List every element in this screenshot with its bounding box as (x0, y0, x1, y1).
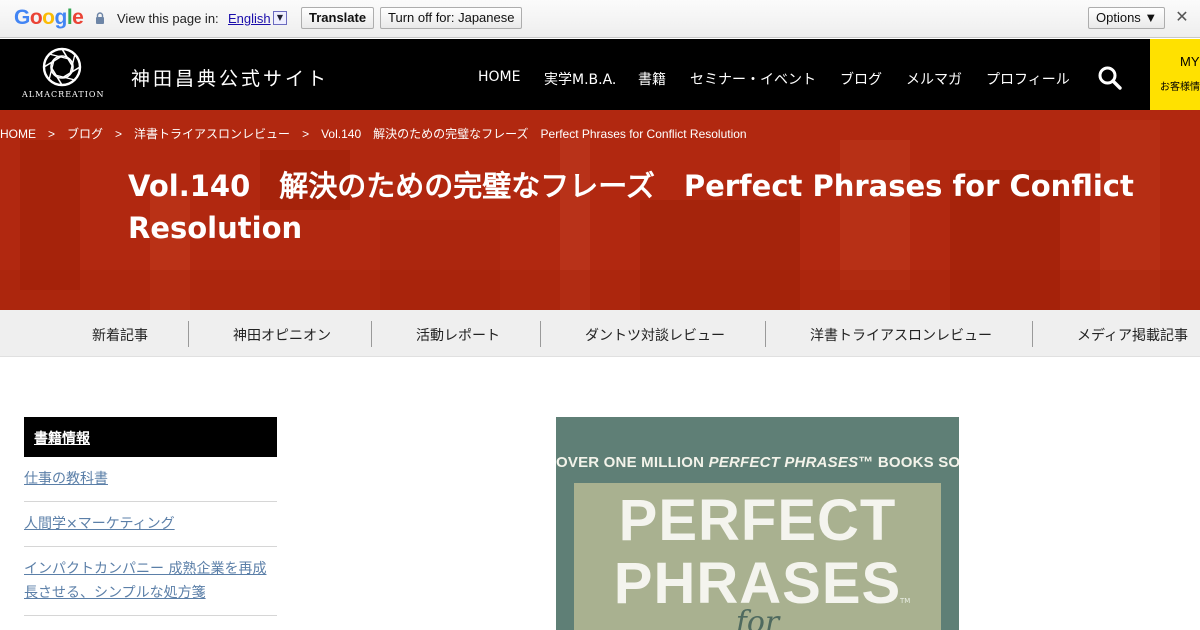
lock-icon (96, 12, 104, 24)
nav-mailmag[interactable]: メルマガ (906, 69, 962, 89)
logo-letter: o (42, 6, 55, 29)
book-title-for: for (735, 605, 780, 630)
site-header: ALMACREATION 神田昌典公式サイト HOME 実学M.B.A. 書籍 … (0, 39, 1200, 110)
google-logo: G o o g l e (14, 6, 84, 30)
category-dialogue-review[interactable]: ダントツ対談レビュー (585, 325, 725, 345)
page-title: Vol.140 解決のための完璧なフレーズ Perfect Phrases fo… (128, 169, 1134, 245)
translate-bar: G o o g l e View this page in: English ▼… (0, 0, 1200, 38)
nav-blog[interactable]: ブログ (840, 69, 882, 89)
sidebar-link-book[interactable]: インパクトカンパニー 成熟企業を再成長させる、シンプルな処方箋 (24, 557, 277, 605)
nav-home[interactable]: HOME (478, 69, 520, 85)
category-divider (188, 321, 189, 347)
breadcrumb-blog[interactable]: ブログ (67, 127, 103, 141)
logo-text: ALMACREATION (22, 90, 105, 99)
category-media[interactable]: メディア掲載記事 (1077, 325, 1188, 345)
category-opinion[interactable]: 神田オピニオン (233, 325, 331, 345)
breadcrumb-category[interactable]: 洋書トライアスロンレビュー (134, 127, 290, 141)
breadcrumb-separator: > (302, 127, 310, 141)
breadcrumb: HOME > ブログ > 洋書トライアスロンレビュー > Vol.140 解決のための完璧な… (0, 125, 747, 142)
breadcrumb-home[interactable]: HOME (0, 127, 36, 141)
breadcrumb-current: Vol.140 解決のための完璧なフレーズ Perfect Phrases fo… (321, 127, 747, 141)
sidebar-link-book[interactable]: 仕事の教科書 (24, 467, 277, 491)
category-divider (371, 321, 372, 347)
logo-letter: g (54, 6, 68, 29)
book-banner-post: BOOKS SOLD (877, 454, 959, 471)
my-account-title: MY (1180, 54, 1200, 69)
my-account-button[interactable]: MY お客様情報 (1150, 39, 1200, 110)
search-icon[interactable] (1097, 65, 1123, 91)
logo-letter: G (14, 6, 30, 29)
book-banner-em: PERFECT PHRASES (708, 454, 859, 471)
logo-letter: e (72, 6, 84, 29)
book-trademark: TM (900, 597, 911, 605)
nav-seminar[interactable]: セミナー・イベント (690, 69, 816, 89)
site-title[interactable]: 神田昌典公式サイト (131, 64, 329, 91)
sidebar-divider (24, 546, 277, 547)
view-page-label: View this page in: (117, 11, 219, 26)
close-icon[interactable]: ✕ (1174, 9, 1190, 25)
nav-books[interactable]: 書籍 (638, 69, 666, 89)
book-banner-tm: ™ (858, 454, 874, 471)
logo-letter: o (29, 6, 43, 29)
sidebar-heading: 書籍情報 (24, 417, 277, 457)
book-banner-pre: OVER ONE MILLION (556, 454, 709, 471)
sidebar-divider (24, 501, 277, 502)
category-activity-report[interactable]: 活動レポート (416, 325, 500, 345)
hero-banner: HOME > ブログ > 洋書トライアスロンレビュー > Vol.140 解決のための完璧な… (0, 110, 1200, 310)
breadcrumb-separator: > (48, 127, 56, 141)
sidebar-link-book[interactable]: 人間学×マーケティング (24, 512, 277, 536)
dropdown-arrow-icon[interactable]: ▼ (273, 11, 287, 25)
translate-button[interactable]: Translate (301, 7, 375, 29)
category-book-triathlon[interactable]: 洋書トライアスロンレビュー (810, 325, 992, 345)
category-divider (765, 321, 766, 347)
breadcrumb-separator: > (115, 127, 123, 141)
category-divider (1032, 321, 1033, 347)
sidebar-heading-label[interactable]: 書籍情報 (34, 428, 90, 448)
book-title-line1: PERFECT (618, 488, 897, 553)
options-button[interactable]: Options ▼ (1088, 7, 1166, 29)
language-select[interactable]: English (228, 11, 271, 26)
almacreation-logo-icon[interactable] (36, 47, 88, 91)
turn-off-button[interactable]: Turn off for: Japanese (380, 7, 523, 29)
book-cover[interactable]: OVER ONE MILLION PERFECT PHRASES™ BOOKS … (556, 417, 959, 630)
category-nav: 新着記事 神田オピニオン 活動レポート ダントツ対談レビュー 洋書トライアスロン… (0, 310, 1200, 357)
category-divider (540, 321, 541, 347)
book-banner: OVER ONE MILLION PERFECT PHRASES™ BOOKS … (556, 454, 959, 471)
category-new-articles[interactable]: 新着記事 (92, 325, 148, 345)
nav-profile[interactable]: プロフィール (986, 69, 1070, 89)
nav-mba[interactable]: 実学M.B.A. (544, 69, 616, 89)
sidebar-divider (24, 615, 277, 616)
my-account-subtitle: お客様情報 (1160, 82, 1200, 93)
